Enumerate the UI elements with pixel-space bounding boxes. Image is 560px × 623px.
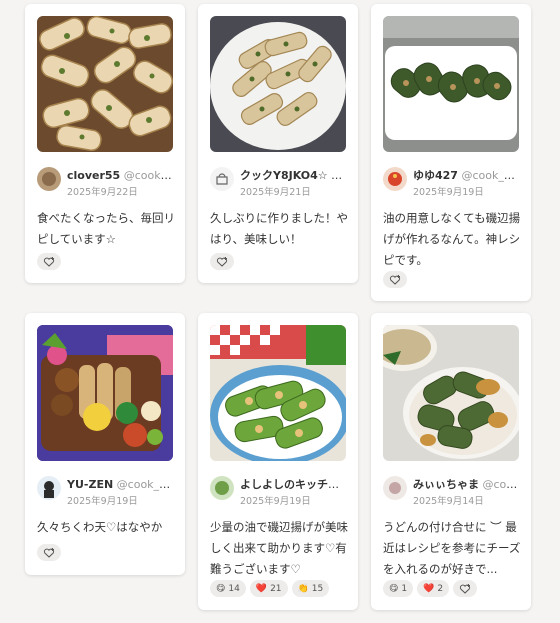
author-id: @cook_40... (123, 169, 175, 182)
post-date: 2025年9月19日 (413, 187, 484, 198)
yum-emoji-icon: 😋 (389, 583, 399, 594)
avatar[interactable] (37, 476, 61, 500)
author-name[interactable]: ゆゆ427 (413, 169, 458, 182)
reaction-yum[interactable]: 😋 1 (383, 580, 414, 597)
author-row[interactable]: クックY8JKO4☆ @c... 2025年9月21日 (210, 167, 350, 198)
author-row[interactable]: YU-ZEN @cook_400... 2025年9月19日 (37, 476, 177, 507)
heart-emoji-icon: ❤️ (423, 583, 435, 594)
author-name[interactable]: clover55 (67, 169, 120, 182)
author-id: @cook... (482, 478, 522, 491)
reaction-list: 😋 1 ❤️ 2 (383, 580, 478, 597)
author-row[interactable]: clover55 @cook_40... 2025年9月22日 (37, 167, 177, 198)
reaction-count: 2 (437, 583, 444, 594)
yum-emoji-icon: 😋 (216, 583, 226, 594)
recipe-photo[interactable] (383, 325, 519, 461)
comment-text: うどんの付け合せに ︶ 最近はレシピを参考にチーズを入れるのが好きで... (383, 520, 521, 576)
like-button[interactable] (383, 271, 407, 288)
author-id: @c... (331, 169, 348, 182)
recipe-photo[interactable] (210, 16, 346, 152)
recipe-photo[interactable] (210, 325, 346, 461)
author-row[interactable]: ゆゆ427 @cook_412... 2025年9月19日 (383, 167, 523, 198)
post-date: 2025年9月19日 (67, 496, 138, 507)
post-date: 2025年9月14日 (413, 496, 484, 507)
post-date: 2025年9月21日 (240, 187, 311, 198)
heart-plus-icon (459, 583, 471, 594)
tsukurepo-card[interactable]: みぃぃちゃま @cook... 2025年9月14日 うどんの付け合せに ︶ 最… (371, 313, 531, 610)
reaction-count: 14 (228, 583, 240, 594)
heart-plus-icon (389, 274, 401, 285)
post-date: 2025年9月22日 (67, 187, 138, 198)
reaction-count: 15 (311, 583, 324, 594)
like-button[interactable] (453, 580, 478, 597)
tsukurepo-card[interactable]: よしよしのキッチン... 2025年9月19日 少量の油で磯辺揚げが美味しく出来… (198, 313, 358, 610)
avatar[interactable] (210, 476, 234, 500)
avatar[interactable] (383, 167, 407, 191)
like-button[interactable] (37, 544, 61, 561)
author-row[interactable]: よしよしのキッチン... 2025年9月19日 (210, 476, 350, 507)
heart-plus-icon (216, 256, 228, 267)
author-name[interactable]: クックY8JKO4☆ (240, 169, 328, 182)
tsukurepo-card[interactable]: clover55 @cook_40... 2025年9月22日 食べたくなったら… (25, 4, 185, 283)
like-button[interactable] (210, 253, 234, 270)
avatar[interactable] (37, 167, 61, 191)
reaction-yum[interactable]: 😋 14 (210, 580, 246, 597)
author-row[interactable]: みぃぃちゃま @cook... 2025年9月14日 (383, 476, 523, 507)
avatar[interactable] (383, 476, 407, 500)
author-id: @cook_412... (461, 169, 521, 182)
reaction-count: 21 (270, 583, 282, 594)
heart-plus-icon (43, 547, 55, 558)
avatar[interactable] (210, 167, 234, 191)
author-id: @cook_400... (116, 478, 175, 491)
recipe-photo[interactable] (37, 325, 173, 461)
heart-plus-icon (43, 256, 55, 267)
post-date: 2025年9月19日 (240, 496, 311, 507)
tsukurepo-card[interactable]: クックY8JKO4☆ @c... 2025年9月21日 久しぶりに作りました！や… (198, 4, 358, 283)
author-name[interactable]: YU-ZEN (67, 478, 113, 491)
reaction-heart[interactable]: ❤️ 2 (417, 580, 450, 597)
tsukurepo-card[interactable]: ゆゆ427 @cook_412... 2025年9月19日 油の用意しなくても磯… (371, 4, 531, 301)
author-name[interactable]: みぃぃちゃま (413, 478, 479, 491)
reaction-count: 1 (401, 583, 408, 594)
reaction-heart[interactable]: ❤️ 21 (249, 580, 288, 597)
recipe-photo[interactable] (37, 16, 173, 152)
author-name[interactable]: よしよしのキッチン... (240, 478, 348, 491)
comment-text: 少量の油で磯辺揚げが美味しく出来て助かります♡有難うございます♡ (210, 520, 348, 576)
reaction-list: 😋 14 ❤️ 21 👏 15 (210, 580, 330, 597)
reaction-clap[interactable]: 👏 15 (291, 580, 330, 597)
like-button[interactable] (37, 253, 61, 270)
recipe-photo[interactable] (383, 16, 519, 152)
comment-text: 油の用意しなくても磯辺揚げが作れるなんて。神レシピです。 (383, 211, 521, 267)
comment-text: 食べたくなったら、毎回リピしています☆ (37, 211, 175, 246)
comment-text: 久しぶりに作りました！やはり、美味しい！ (210, 211, 348, 246)
tsukurepo-card[interactable]: YU-ZEN @cook_400... 2025年9月19日 久々ちくわ天♡はな… (25, 313, 185, 575)
comment-text: 久々ちくわ天♡はなやか (37, 520, 163, 534)
heart-emoji-icon: ❤️ (255, 583, 268, 594)
clap-emoji-icon: 👏 (297, 583, 309, 594)
